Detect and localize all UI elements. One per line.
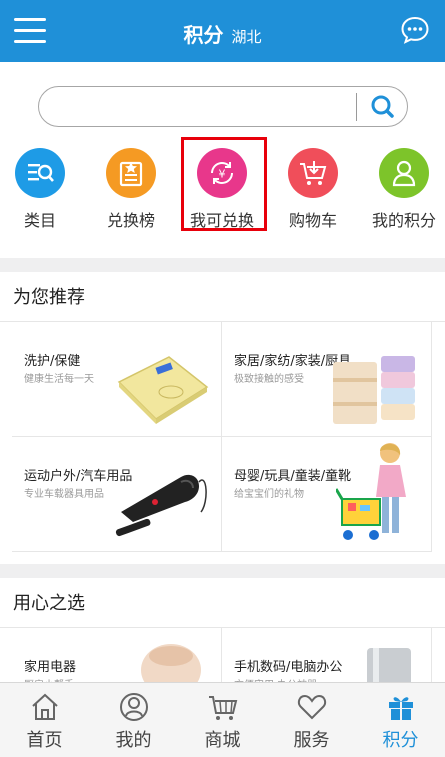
tile-title: 家用电器	[24, 660, 77, 675]
category-item-cart[interactable]: 购物车	[273, 144, 353, 234]
search-input[interactable]	[53, 95, 353, 119]
scale-image	[117, 356, 209, 424]
tab-mall[interactable]: 商城	[178, 683, 267, 757]
towels-image	[333, 356, 415, 424]
search-button[interactable]	[359, 87, 407, 127]
recommend-grid: 洗护/保健 健康生活每一天 家居/家纺/家装/厨具 极致接触的感受 运动户外/汽…	[12, 322, 433, 554]
tile-subtitle: 给宝宝们的礼物	[234, 489, 304, 500]
home-icon	[31, 693, 58, 720]
heart-icon	[297, 694, 326, 720]
category-label: 兑换榜	[106, 211, 155, 230]
tab-label: 积分	[382, 730, 419, 751]
tab-points[interactable]: 积分	[356, 683, 445, 757]
tab-label: 我的	[115, 730, 152, 751]
title-text: 积分	[183, 23, 224, 47]
vacuum-image	[115, 474, 207, 537]
category-label: 购物车	[288, 211, 337, 230]
basket-icon	[208, 696, 237, 720]
product-tile-baby[interactable]: 母婴/玩具/童装/童靴 给宝宝们的礼物	[222, 437, 432, 552]
child-cart-image	[336, 443, 406, 540]
search-box	[38, 86, 408, 127]
tab-label: 首页	[26, 730, 63, 751]
user-icon	[379, 148, 429, 198]
section-title: 用心之选	[0, 578, 445, 628]
bottom-tab-bar: 首页 我的 商城 服务 积分	[0, 682, 445, 757]
category-item-classes[interactable]: 类目	[0, 144, 80, 234]
tab-service[interactable]: 服务	[267, 683, 356, 757]
tab-home[interactable]: 首页	[0, 683, 89, 757]
tile-subtitle: 专业车载器具用品	[24, 489, 104, 500]
tile-title: 洗护/保健	[24, 354, 81, 369]
region-text[interactable]: 湖北	[231, 28, 261, 46]
profile-icon	[119, 693, 148, 721]
selection-highlight	[181, 137, 267, 231]
search-icon	[371, 95, 394, 118]
tab-label: 服务	[293, 730, 330, 751]
category-item-ranking[interactable]: 兑换榜	[91, 144, 171, 234]
chat-icon[interactable]	[401, 16, 429, 44]
tile-subtitle: 极致接触的感受	[234, 374, 304, 385]
ranking-icon	[106, 148, 156, 198]
tile-title: 手机数码/电脑办公	[234, 660, 343, 675]
tab-mine[interactable]: 我的	[89, 683, 178, 757]
section-title: 为您推荐	[0, 272, 445, 322]
choice-section: 用心之选 家用电器 厨房小帮手 手机数码/电脑办公 方便实用 办公神器	[0, 578, 445, 743]
category-item-my-points[interactable]: 我的积分	[364, 144, 444, 234]
category-label: 类目	[23, 211, 56, 230]
tile-title: 母婴/玩具/童装/童靴	[234, 469, 352, 484]
category-icon	[15, 148, 65, 198]
choice-grid: 家用电器 厨房小帮手 手机数码/电脑办公 方便实用 办公神器	[12, 628, 433, 743]
page-title: 积分 湖北	[0, 19, 445, 48]
top-bar: 积分 湖北	[0, 0, 445, 62]
tab-label: 商城	[204, 730, 241, 751]
search-divider	[356, 93, 357, 121]
recommend-section: 为您推荐 洗护/保健 健康生活每一天 家居/家纺/家装/厨具 极致接触的感受 运…	[0, 272, 445, 564]
product-tile-care[interactable]: 洗护/保健 健康生活每一天	[12, 322, 222, 437]
tile-subtitle: 健康生活每一天	[24, 374, 94, 385]
cart-icon	[288, 148, 338, 198]
product-tile-sports[interactable]: 运动户外/汽车用品 专业车载器具用品	[12, 437, 222, 552]
product-tile-home[interactable]: 家居/家纺/家装/厨具 极致接触的感受	[222, 322, 432, 437]
category-label: 我的积分	[371, 211, 436, 230]
gift-icon	[388, 697, 413, 720]
